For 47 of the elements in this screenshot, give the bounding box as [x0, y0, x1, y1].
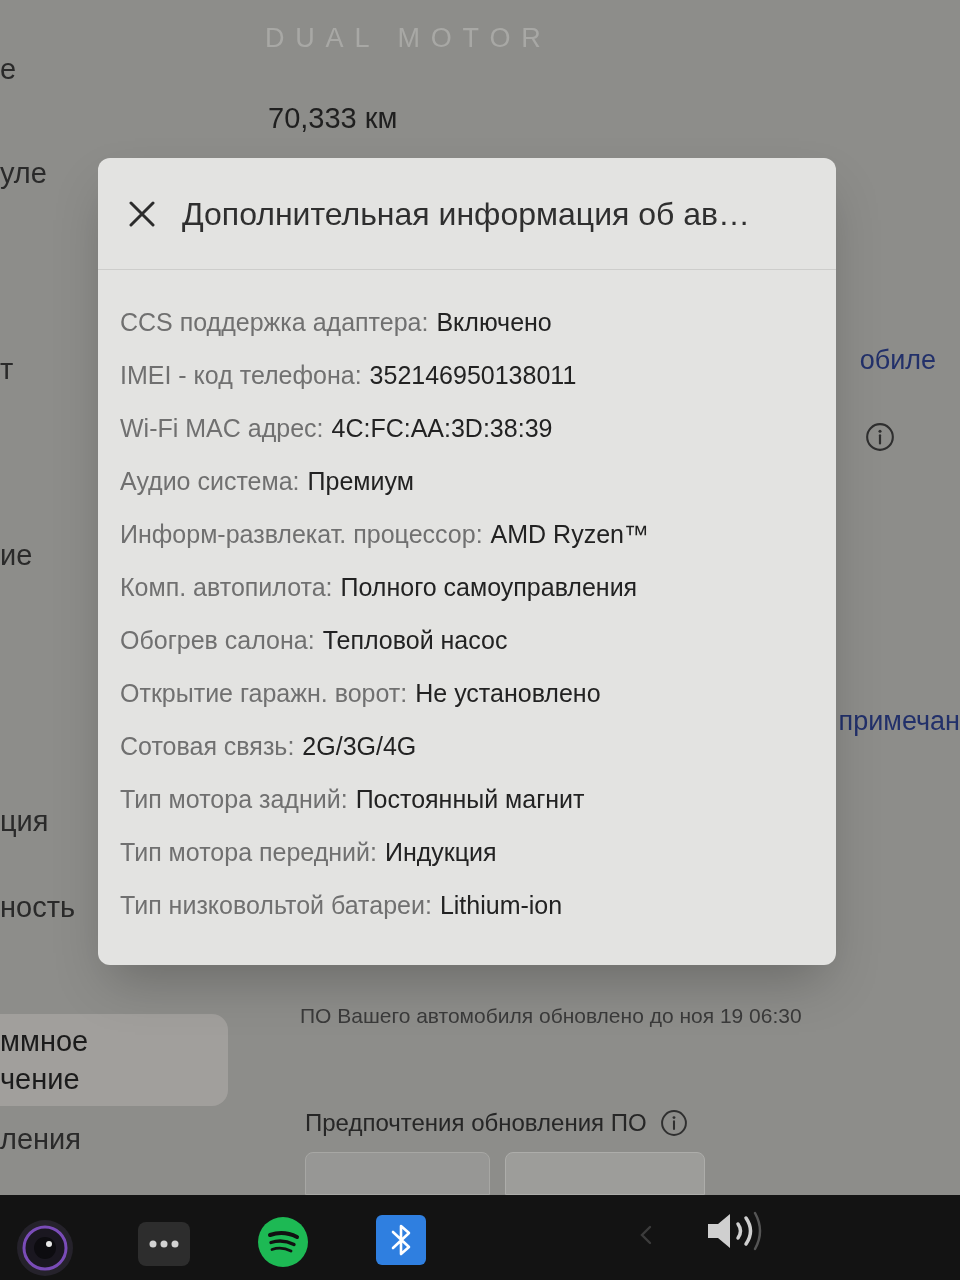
sidebar-item[interactable]: ие: [0, 536, 33, 574]
info-value: Не установлено: [415, 678, 601, 708]
info-label: Обогрев салона:: [120, 625, 315, 655]
info-value: Премиум: [307, 466, 414, 496]
sidebar-item[interactable]: т: [0, 350, 14, 388]
volume-icon[interactable]: [706, 1209, 764, 1252]
info-label: IMEI - код телефона:: [120, 360, 362, 390]
sidebar-item[interactable]: ция: [0, 802, 49, 840]
dots-icon[interactable]: [138, 1221, 190, 1266]
info-icon[interactable]: [660, 1110, 687, 1136]
info-value: 2G/3G/4G: [302, 731, 417, 761]
info-label: Комп. автопилота:: [120, 572, 333, 602]
info-value: Тепловой насос: [322, 625, 508, 655]
sidebar-item[interactable]: ность: [0, 888, 76, 926]
text-link[interactable]: примечан: [838, 700, 960, 741]
info-label: Тип мотора передний:: [120, 837, 377, 867]
info-label: Открытие гаражн. ворот:: [120, 678, 408, 708]
info-value: AMD Ryzen™: [490, 519, 649, 549]
signal-arcs-icon[interactable]: [258, 1216, 308, 1267]
sidebar-item[interactable]: ммное чение: [0, 1014, 228, 1106]
info-value: 4C:FC:AA:3D:38:39: [331, 413, 553, 443]
info-value: Включено: [436, 307, 552, 337]
sidebar-item[interactable]: уле: [0, 154, 47, 192]
info-value: Полного самоуправления: [340, 572, 638, 602]
close-icon: [129, 200, 155, 227]
info-icon[interactable]: [866, 422, 894, 451]
bluetooth-icon[interactable]: [376, 1214, 426, 1265]
update-status-text: ПО Вашего автомобиля обновлено до ноя 19 06:30: [300, 1003, 802, 1029]
odometer-reading: 70,333 км: [268, 100, 398, 136]
camera-icon[interactable]: [16, 1218, 74, 1277]
section-heading: Предпочтения обновления ПО: [305, 1109, 647, 1137]
info-label: Аудио система:: [120, 466, 300, 496]
info-value: Lithium-ion: [439, 890, 563, 920]
close-button[interactable]: [128, 199, 156, 228]
sidebar-item[interactable]: е: [0, 50, 17, 88]
info-label: Информ-развлекат. процессор:: [120, 519, 483, 549]
info-label: Тип низковольтой батареи:: [120, 890, 432, 920]
info-label: Сотовая связь:: [120, 731, 295, 761]
info-label: Тип мотора задний:: [120, 784, 348, 814]
text-link[interactable]: обиле: [859, 340, 936, 381]
sidebar-item[interactable]: ления: [0, 1120, 81, 1158]
info-label: Wi-Fi MAC адрес:: [120, 413, 324, 443]
info-label: CCS поддержка адаптера:: [120, 307, 429, 337]
info-value: 352146950138011: [369, 360, 577, 390]
info-value: Индукция: [384, 837, 497, 867]
info-value: Постоянный магнит: [355, 784, 585, 814]
dialog-title: Дополнительная информация об ав…: [182, 194, 751, 234]
